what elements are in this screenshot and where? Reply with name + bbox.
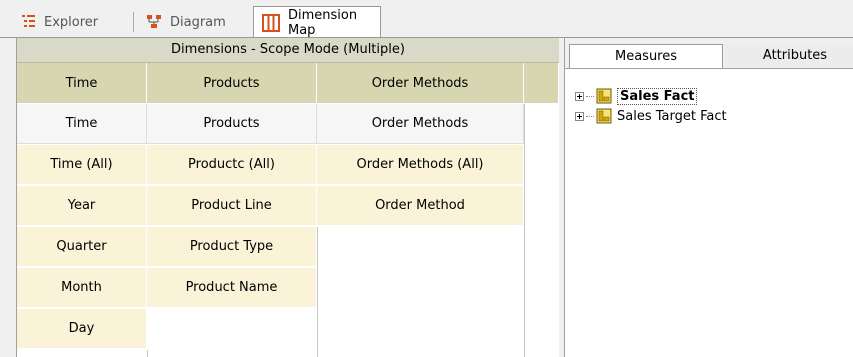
column-header-order-methods[interactable]: Order Methods xyxy=(317,63,524,103)
tree-connector xyxy=(586,115,594,117)
tree-connector xyxy=(586,95,594,97)
level-cell-time[interactable]: Month xyxy=(17,268,147,308)
tree-item-sales-fact[interactable]: Sales Fact xyxy=(575,86,727,106)
dimension-map-icon xyxy=(262,13,280,32)
level-cell-time[interactable]: Day xyxy=(17,309,147,349)
document-tab-bar: Explorer Diagram Dimension Map xyxy=(0,0,853,38)
level-cell-time[interactable]: Year xyxy=(17,186,147,226)
expand-icon[interactable] xyxy=(575,91,584,101)
level-cell-order-methods[interactable]: Order Method xyxy=(317,186,524,226)
column-header-products[interactable]: Products xyxy=(147,63,317,103)
measures-tree: Sales Fact Sales Target Fact xyxy=(575,86,727,126)
tab-diagram[interactable]: Diagram xyxy=(138,8,234,36)
grid-line xyxy=(147,350,148,357)
dimensions-panel: Dimensions - Scope Mode (Multiple) Time … xyxy=(16,38,560,357)
tab-measures[interactable]: Measures xyxy=(569,44,723,68)
measures-tab-bar: Measures Attributes xyxy=(565,38,853,69)
tab-explorer-label: Explorer xyxy=(44,14,99,30)
level-cell-time[interactable]: Time (All) xyxy=(17,145,147,185)
tab-diagram-label: Diagram xyxy=(170,14,226,30)
grid-line xyxy=(317,227,318,357)
expand-icon[interactable] xyxy=(575,111,584,121)
tab-explorer[interactable]: Explorer xyxy=(14,8,106,36)
tab-dimension-map-label: Dimension Map xyxy=(288,7,358,38)
dimension-cell-time[interactable]: Time xyxy=(17,104,147,144)
grid-line xyxy=(524,104,525,357)
tab-separator xyxy=(133,12,134,32)
measures-panel: Measures Attributes Sales Fact Sales Tar… xyxy=(564,38,853,357)
column-header-empty xyxy=(524,63,559,103)
tree-item-label: Sales Fact xyxy=(617,87,698,105)
diagram-icon xyxy=(146,14,162,30)
tree-item-label: Sales Target Fact xyxy=(617,108,727,124)
level-cell-time[interactable]: Quarter xyxy=(17,227,147,267)
dimension-cell-order-methods[interactable]: Order Methods xyxy=(317,104,524,144)
column-header-time[interactable]: Time xyxy=(17,63,147,103)
level-cell-products[interactable]: Product Type xyxy=(147,227,317,267)
tab-attributes[interactable]: Attributes xyxy=(725,44,853,68)
level-cell-order-methods[interactable]: Order Methods (All) xyxy=(317,145,524,185)
fact-table-icon xyxy=(596,88,612,104)
explorer-icon xyxy=(22,14,36,30)
fact-table-icon xyxy=(596,108,612,124)
tree-item-sales-target-fact[interactable]: Sales Target Fact xyxy=(575,106,727,126)
dimension-cell-products[interactable]: Products xyxy=(147,104,317,144)
tab-dimension-map[interactable]: Dimension Map xyxy=(253,6,381,38)
level-cell-products[interactable]: Product Name xyxy=(147,268,317,308)
dimensions-panel-title: Dimensions - Scope Mode (Multiple) xyxy=(17,38,559,63)
level-cell-products[interactable]: Productc (All) xyxy=(147,145,317,185)
level-cell-products[interactable]: Product Line xyxy=(147,186,317,226)
